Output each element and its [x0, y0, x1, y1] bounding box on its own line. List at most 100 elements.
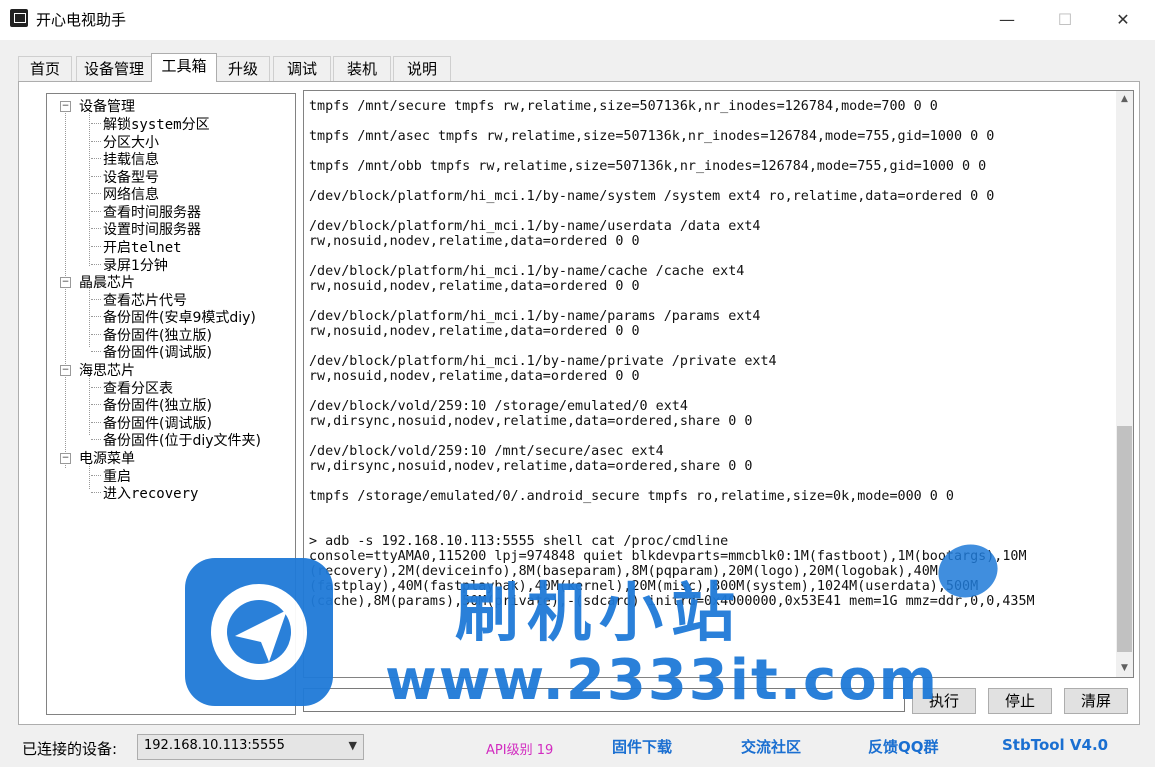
console-line: /dev/block/platform/hi_mci.1/by-name/use…: [309, 219, 761, 234]
console-line: rw,dirsync,nosuid,nodev,relatime,data=or…: [309, 459, 753, 474]
tree-branch: [91, 475, 101, 476]
watermark-logo: [185, 558, 333, 706]
tree-group-amlogic-chip[interactable]: 晶晨芯片: [79, 272, 135, 292]
maximize-button[interactable]: ☐: [1042, 8, 1088, 32]
scroll-thumb[interactable]: [1117, 426, 1132, 652]
console-line: rw,dirsync,nosuid,nodev,relatime,data=or…: [309, 414, 753, 429]
tree-item-backup-debug[interactable]: 备份固件(调试版): [103, 342, 212, 362]
tree-branch: [91, 176, 101, 177]
tree-item-backup-diy-folder[interactable]: 备份固件(位于diy文件夹): [103, 430, 261, 450]
console-line: rw,nosuid,nodev,relatime,data=ordered 0 …: [309, 234, 640, 249]
tree-branch: [91, 123, 101, 124]
console-line: rw,nosuid,nodev,relatime,data=ordered 0 …: [309, 324, 640, 339]
console-line: /dev/block/platform/hi_mci.1/by-name/par…: [309, 309, 761, 324]
tree-branch: [91, 334, 101, 335]
console-line: /dev/block/platform/hi_mci.1/by-name/cac…: [309, 264, 745, 279]
tree-branch: [91, 422, 101, 423]
tree-item-unlock-system[interactable]: 解锁system分区: [103, 114, 210, 134]
scroll-up-icon[interactable]: ▲: [1116, 91, 1133, 108]
tab-help[interactable]: 说明: [393, 56, 451, 81]
tab-debug[interactable]: 调试: [273, 56, 331, 81]
tree-branch: [91, 211, 101, 212]
tree-collapse-icon[interactable]: −: [60, 365, 71, 376]
tree-collapse-icon[interactable]: −: [60, 101, 71, 112]
app-icon: [10, 9, 28, 27]
tree-branch: [91, 316, 101, 317]
tree-item-enable-telnet[interactable]: 开启telnet: [103, 237, 182, 257]
tree-branch: [91, 351, 101, 352]
tree-item-set-time-server[interactable]: 设置时间服务器: [103, 219, 201, 239]
tree-guide-line: [65, 110, 66, 468]
tree-branch: [91, 141, 101, 142]
tree-branch: [91, 299, 101, 300]
console-scrollbar[interactable]: ▲ ▼: [1116, 91, 1133, 677]
console-line: /dev/block/platform/hi_mci.1/by-name/sys…: [309, 189, 995, 204]
console-line: rw,nosuid,nodev,relatime,data=ordered 0 …: [309, 279, 640, 294]
firmware-download-link[interactable]: 固件下载: [612, 736, 672, 757]
connected-device-label: 已连接的设备:: [22, 740, 118, 758]
tree-item-network-info[interactable]: 网络信息: [103, 184, 159, 204]
console-line: tmpfs /storage/emulated/0/.android_secur…: [309, 489, 954, 504]
watermark-url: www.2333it.com: [385, 648, 940, 713]
tree-branch: [91, 158, 101, 159]
tree-branch: [91, 264, 101, 265]
tree-collapse-icon[interactable]: −: [60, 453, 71, 464]
tree-branch: [91, 193, 101, 194]
tree-group-hisilicon-chip[interactable]: 海思芯片: [79, 360, 135, 380]
tree-branch: [91, 387, 101, 388]
close-button[interactable]: ✕: [1100, 8, 1146, 32]
console-line: rw,nosuid,nodev,relatime,data=ordered 0 …: [309, 369, 640, 384]
console-line: /dev/block/vold/259:10 /storage/emulated…: [309, 399, 688, 414]
console-text: tmpfs /mnt/secure tmpfs rw,relatime,size…: [309, 99, 1109, 609]
minimize-button[interactable]: —: [984, 8, 1030, 32]
tree-branch: [91, 404, 101, 405]
tree-group-power-menu[interactable]: 电源菜单: [79, 448, 135, 468]
scroll-down-icon[interactable]: ▼: [1116, 660, 1133, 677]
tab-home[interactable]: 首页: [18, 56, 72, 81]
chevron-down-icon: ▼: [348, 739, 357, 752]
tab-device-management[interactable]: 设备管理: [76, 56, 152, 81]
device-select-value: 192.168.10.113:5555: [144, 738, 285, 753]
tree-guide-line: [89, 110, 90, 266]
tree-item-mount-info[interactable]: 挂载信息: [103, 149, 159, 169]
console-line: /dev/block/vold/259:10 /mnt/secure/asec …: [309, 444, 664, 459]
device-select[interactable]: 192.168.10.113:5555 ▼: [137, 734, 364, 760]
console-line: tmpfs /mnt/secure tmpfs rw,relatime,size…: [309, 99, 938, 114]
tree-branch: [91, 228, 101, 229]
tree-group-device-management[interactable]: 设备管理: [79, 96, 135, 116]
tree-branch: [91, 492, 101, 493]
version-label[interactable]: StbTool V4.0: [1002, 736, 1108, 754]
console-line: tmpfs /mnt/obb tmpfs rw,relatime,size=50…: [309, 159, 987, 174]
tab-toolbox[interactable]: 工具箱: [151, 53, 217, 82]
tree-item-backup-standalone-hisi[interactable]: 备份固件(独立版): [103, 395, 212, 415]
stop-button[interactable]: 停止: [988, 688, 1052, 714]
console-line: /dev/block/platform/hi_mci.1/by-name/pri…: [309, 354, 777, 369]
console-line: tmpfs /mnt/asec tmpfs rw,relatime,size=5…: [309, 129, 995, 144]
community-link[interactable]: 交流社区: [741, 736, 801, 757]
tree-collapse-icon[interactable]: −: [60, 277, 71, 288]
console-line: > adb -s 192.168.10.113:5555 shell cat /…: [309, 534, 729, 549]
tab-install[interactable]: 装机: [333, 56, 391, 81]
tree-guide-line: [89, 287, 90, 347]
clear-button[interactable]: 清屏: [1064, 688, 1128, 714]
tab-upgrade[interactable]: 升级: [216, 56, 270, 81]
feedback-qq-link[interactable]: 反馈QQ群: [868, 736, 939, 757]
tree-item-backup-android9-diy[interactable]: 备份固件(安卓9模式diy): [103, 307, 256, 327]
api-level: API级别 19: [486, 743, 554, 758]
title-bar: 开心电视助手 — ☐ ✕: [0, 0, 1155, 40]
tree-branch: [91, 439, 101, 440]
window-title: 开心电视助手: [36, 11, 127, 29]
tree-item-enter-recovery[interactable]: 进入recovery: [103, 483, 198, 503]
